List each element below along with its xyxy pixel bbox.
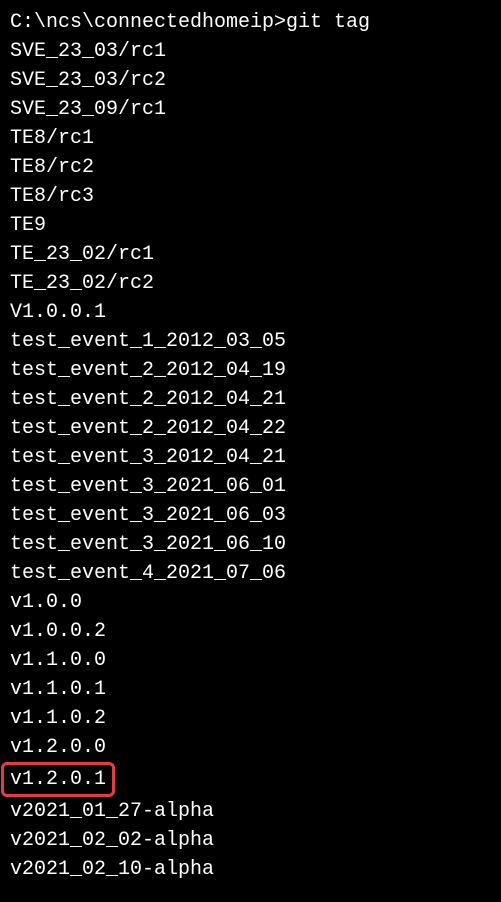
tag-line: SVE_23_03/rc1 [10, 37, 491, 66]
tag-line: v1.1.0.2 [10, 704, 491, 733]
tag-line: v1.1.0.0 [10, 646, 491, 675]
terminal-output: C:\ncs\connectedhomeip>git tag SVE_23_03… [0, 0, 501, 892]
highlighted-tag: v1.2.0.1 [1, 762, 115, 797]
tag-line: test_event_2_2012_04_21 [10, 385, 491, 414]
git-tag-output: SVE_23_03/rc1SVE_23_03/rc2SVE_23_09/rc1T… [10, 37, 491, 884]
command-prompt-line: C:\ncs\connectedhomeip>git tag [10, 8, 491, 37]
tag-line: SVE_23_03/rc2 [10, 66, 491, 95]
tag-line: v2021_02_02-alpha [10, 826, 491, 855]
tag-line: v1.0.0.2 [10, 617, 491, 646]
tag-line: test_event_3_2021_06_03 [10, 501, 491, 530]
tag-line: v1.2.0.1 [10, 762, 491, 797]
tag-line: test_event_3_2021_06_10 [10, 530, 491, 559]
tag-line: test_event_3_2012_04_21 [10, 443, 491, 472]
tag-line: test_event_2_2012_04_19 [10, 356, 491, 385]
tag-line: test_event_3_2021_06_01 [10, 472, 491, 501]
tag-line: v2021_02_10-alpha [10, 855, 491, 884]
tag-line: TE8/rc2 [10, 153, 491, 182]
tag-line: V1.0.0.1 [10, 298, 491, 327]
tag-line: test_event_2_2012_04_22 [10, 414, 491, 443]
tag-line: v1.2.0.0 [10, 733, 491, 762]
tag-line: test_event_4_2021_07_06 [10, 559, 491, 588]
tag-line: TE9 [10, 211, 491, 240]
tag-line: TE8/rc3 [10, 182, 491, 211]
tag-line: v1.1.0.1 [10, 675, 491, 704]
tag-line: SVE_23_09/rc1 [10, 95, 491, 124]
tag-line: v1.0.0 [10, 588, 491, 617]
tag-line: test_event_1_2012_03_05 [10, 327, 491, 356]
tag-line: TE_23_02/rc2 [10, 269, 491, 298]
tag-line: TE8/rc1 [10, 124, 491, 153]
tag-line: TE_23_02/rc1 [10, 240, 491, 269]
tag-line: v2021_01_27-alpha [10, 797, 491, 826]
